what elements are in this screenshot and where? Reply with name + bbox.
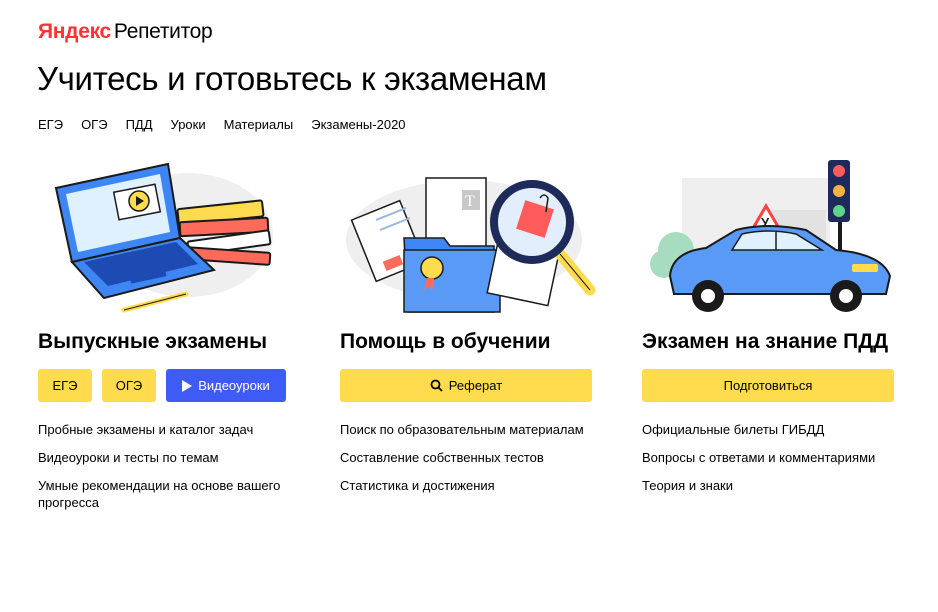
feature-item: Официальные билеты ГИБДД xyxy=(642,422,825,437)
feature-item: Умные рекомендации на основе вашего прог… xyxy=(38,478,281,510)
top-nav: ЕГЭ ОГЭ ПДД Уроки Материалы Экзамены-202… xyxy=(38,117,424,132)
feature-list: Пробные экзамены и каталог задач Видеоур… xyxy=(38,421,288,522)
nav-item-exams-2020[interactable]: Экзамены-2020 xyxy=(311,117,405,132)
page-title: Учитесь и готовьтесь к экзаменам xyxy=(37,60,547,97)
nav-item-ege[interactable]: ЕГЭ xyxy=(38,117,63,132)
feature-item: Статистика и достижения xyxy=(340,478,495,493)
feature-item: Вопросы с ответами и комментариями xyxy=(642,450,876,465)
feature-item: Поиск по образовательным материалам xyxy=(340,422,584,437)
nav-item-oge[interactable]: ОГЭ xyxy=(81,117,108,132)
video-lessons-label: Видеоуроки xyxy=(198,378,270,393)
nav-item-lessons[interactable]: Уроки xyxy=(171,117,206,132)
video-lessons-button[interactable]: Видеоуроки xyxy=(166,369,286,402)
card-title: Помощь в обучении xyxy=(340,330,551,353)
feature-item: Теория и знаки xyxy=(642,478,734,493)
card-buttons: Подготовиться xyxy=(642,369,894,402)
logo-brand: Яндекс xyxy=(38,20,111,43)
card-title: Выпускные экзамены xyxy=(38,330,268,353)
card-buttons: ЕГЭ ОГЭ Видеоуроки xyxy=(38,369,286,402)
oge-button[interactable]: ОГЭ xyxy=(102,369,156,402)
feature-item: Составление собственных тестов xyxy=(340,450,544,465)
card-buttons: Реферат xyxy=(340,369,592,402)
feature-item: Видеоуроки и тесты по темам xyxy=(38,450,219,465)
logo-product: Репетитор xyxy=(113,20,213,43)
svg-text:T: T xyxy=(465,193,475,210)
feature-list: Поиск по образовательным материалам Сост… xyxy=(340,421,590,505)
ege-button[interactable]: ЕГЭ xyxy=(38,369,92,402)
yandex-tutor-logo[interactable]: Яндекс Репетитор xyxy=(38,20,213,44)
car-traffic-light-illustration: У xyxy=(650,160,892,312)
play-icon xyxy=(182,379,193,392)
feature-list: Официальные билеты ГИБДД Вопросы с ответ… xyxy=(642,421,892,505)
essay-search-button[interactable]: Реферат xyxy=(340,369,592,402)
prepare-button[interactable]: Подготовиться xyxy=(642,369,894,402)
documents-magnifier-illustration: T xyxy=(346,177,596,313)
essay-label: Реферат xyxy=(448,378,503,393)
laptop-books-illustration xyxy=(54,162,273,313)
search-icon xyxy=(430,379,443,392)
card-title: Экзамен на знание ПДД xyxy=(642,330,889,353)
nav-item-pdd[interactable]: ПДД xyxy=(126,117,153,132)
nav-item-materials[interactable]: Материалы xyxy=(224,117,294,132)
feature-item: Пробные экзамены и каталог задач xyxy=(38,422,254,437)
